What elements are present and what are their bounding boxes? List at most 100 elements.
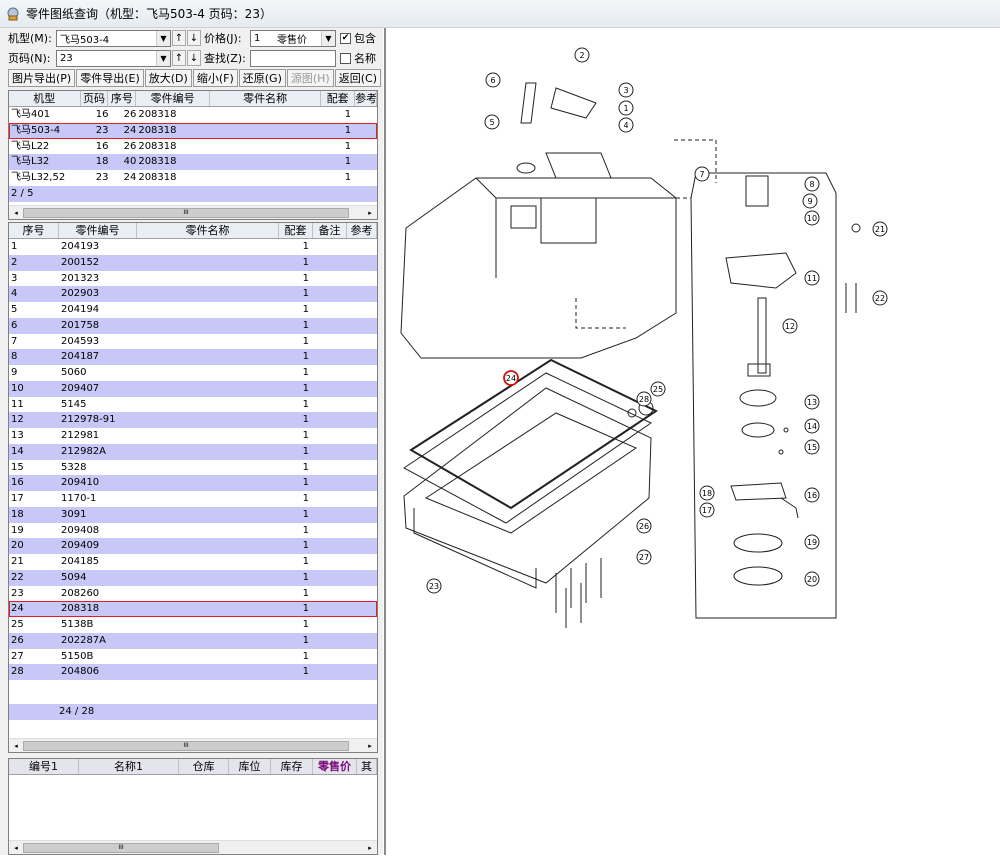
page-combo[interactable]: 23 ▼ <box>56 49 171 67</box>
model-row-item[interactable]: 飞马401 16 26 208318 1 <box>9 107 377 123</box>
scroll-right-icon[interactable]: ▸ <box>363 841 377 854</box>
callout-4[interactable]: 4 <box>618 117 634 133</box>
part-row-item[interactable]: 5 204194 1 <box>9 302 377 318</box>
zoom-out-button[interactable]: 缩小(F) <box>192 69 238 87</box>
scroll-right-icon[interactable]: ▸ <box>363 739 377 752</box>
model-up-button[interactable]: ↑ <box>172 30 186 46</box>
restore-button[interactable]: 还原(G) <box>238 69 286 87</box>
search-input[interactable] <box>250 49 336 67</box>
col-header[interactable]: 名称1 <box>79 759 179 774</box>
page-up-button[interactable]: ↑ <box>172 50 186 66</box>
part-row-item[interactable]: 18 3091 1 <box>9 506 377 523</box>
col-header[interactable]: 页码 <box>81 91 109 106</box>
col-header[interactable]: 零件名称 <box>137 223 279 238</box>
callout-27[interactable]: 27 <box>636 549 652 565</box>
part-row-item[interactable]: 17 1170-1 1 <box>9 491 377 507</box>
callout-3[interactable]: 3 <box>618 82 634 98</box>
part-row-item[interactable]: 25 5138B 1 <box>9 617 377 633</box>
part-row-item[interactable]: 7 204593 1 <box>9 333 377 350</box>
scroll-left-icon[interactable]: ◂ <box>9 739 23 752</box>
export-parts-button[interactable]: 零件导出(E) <box>76 69 144 87</box>
models-grid[interactable]: 机型 页码 序号 零件编号 零件名称 配套 参考 飞马401 16 26 208318… <box>8 90 378 220</box>
part-row-item[interactable]: 22 5094 1 <box>9 569 377 586</box>
scroll-left-icon[interactable]: ◂ <box>9 841 23 854</box>
part-row-item[interactable]: 13 212981 1 <box>9 428 377 444</box>
callout-21[interactable]: 21 <box>872 221 888 237</box>
col-header[interactable]: 机型 <box>9 91 81 106</box>
callout-23[interactable]: 23 <box>426 578 442 594</box>
part-row-item[interactable]: 6 201758 1 <box>9 317 377 334</box>
col-header[interactable]: 配套 <box>321 91 356 106</box>
callout-10[interactable]: 10 <box>804 210 820 226</box>
part-row-item[interactable]: 10 209407 1 <box>9 380 377 397</box>
part-row-item[interactable]: 16 209410 1 <box>9 475 377 491</box>
callout-18[interactable]: 18 <box>699 485 715 501</box>
model-combo[interactable]: 飞马503-4 ▼ <box>56 29 171 47</box>
zoom-in-button[interactable]: 放大(D) <box>144 69 192 87</box>
source-image-button[interactable]: 源图(H) <box>286 69 334 87</box>
exploded-parts-diagram[interactable]: 1234567891011121314151617181920212223242… <box>386 28 1000 855</box>
col-header[interactable]: 零件名称 <box>210 91 322 106</box>
col-header[interactable]: 备注 <box>313 223 347 238</box>
col-header[interactable]: 配套 <box>279 223 313 238</box>
callout-17[interactable]: 17 <box>699 502 715 518</box>
model-row-item[interactable]: 飞马503-4 23 24 208318 1 <box>9 122 377 139</box>
stock-grid[interactable]: 编号1 名称1 仓库 库位 库存 零售价 其 ◂ III ▸ <box>8 758 378 855</box>
col-header[interactable]: 零售价 <box>313 759 357 774</box>
col-header[interactable]: 其 <box>357 759 377 774</box>
col-header[interactable]: 参考 <box>355 91 377 106</box>
scroll-thumb[interactable]: III <box>23 843 219 853</box>
part-row-item[interactable]: 4 202903 1 <box>9 286 377 302</box>
part-row-item[interactable]: 9 5060 1 <box>9 365 377 381</box>
callout-22[interactable]: 22 <box>872 290 888 306</box>
export-image-button[interactable]: 图片导出(P) <box>8 69 76 87</box>
col-header[interactable]: 编号1 <box>9 759 79 774</box>
include-checkbox[interactable]: ✔ <box>340 32 351 44</box>
part-row-item[interactable]: 26 202287A 1 <box>9 632 377 649</box>
part-row-item[interactable]: 14 212982A 1 <box>9 443 377 460</box>
col-header[interactable]: 参考 <box>347 223 377 238</box>
callout-7[interactable]: 7 <box>694 166 710 182</box>
scroll-thumb[interactable]: III <box>23 741 349 751</box>
callout-12[interactable]: 12 <box>782 318 798 334</box>
parts-hscrollbar[interactable]: ◂ III ▸ <box>9 738 377 752</box>
model-row-item[interactable]: 飞马L22 16 26 208318 1 <box>9 138 377 155</box>
callout-6[interactable]: 6 <box>485 72 501 88</box>
col-header[interactable]: 零件编号 <box>59 223 137 238</box>
callout-1[interactable]: 1 <box>618 100 634 116</box>
callout-5[interactable]: 5 <box>484 114 500 130</box>
callout-14[interactable]: 14 <box>804 418 820 434</box>
callout-19[interactable]: 19 <box>804 534 820 550</box>
chevron-down-icon[interactable]: ▼ <box>156 30 170 46</box>
callout-9[interactable]: 9 <box>802 193 818 209</box>
part-row-item[interactable]: 1 204193 1 <box>9 239 377 255</box>
callout-2[interactable]: 2 <box>574 47 590 63</box>
part-row-item[interactable]: 20 209409 1 <box>9 538 377 554</box>
callout-26[interactable]: 26 <box>636 518 652 534</box>
col-header[interactable]: 序号 <box>9 223 59 238</box>
col-header[interactable]: 零件编号 <box>136 91 210 106</box>
part-row-item[interactable]: 11 5145 1 <box>9 396 377 413</box>
scroll-thumb[interactable]: III <box>23 208 349 218</box>
price-combo[interactable]: 1 零售价 ▼ <box>250 29 336 47</box>
chevron-down-icon[interactable]: ▼ <box>321 30 335 46</box>
col-header[interactable]: 仓库 <box>179 759 229 774</box>
page-down-button[interactable]: ↓ <box>187 50 201 66</box>
model-row-item[interactable]: 飞马L32 18 40 208318 1 <box>9 154 377 170</box>
parts-grid[interactable]: 序号 零件编号 零件名称 配套 备注 参考 1 204193 1 2 200152 1 3 2… <box>8 222 378 753</box>
callout-24[interactable]: 24 <box>503 370 519 386</box>
part-row-item[interactable]: 15 5328 1 <box>9 459 377 476</box>
part-row-item[interactable]: 24 208318 1 <box>9 601 377 617</box>
callout-13[interactable]: 13 <box>804 394 820 410</box>
part-row-item[interactable]: 12 212978-91 1 <box>9 412 377 428</box>
col-header[interactable]: 序号 <box>108 91 137 106</box>
model-row-item[interactable]: 飞马L32,52 23 24 208318 1 <box>9 170 377 186</box>
col-header[interactable]: 库位 <box>229 759 271 774</box>
part-row-item[interactable]: 21 204185 1 <box>9 554 377 570</box>
callout-25[interactable]: 25 <box>650 381 666 397</box>
part-row-item[interactable]: 8 204187 1 <box>9 349 377 365</box>
chevron-down-icon[interactable]: ▼ <box>156 50 170 66</box>
callout-11[interactable]: 11 <box>804 270 820 286</box>
scroll-left-icon[interactable]: ◂ <box>9 206 23 219</box>
col-header[interactable]: 库存 <box>271 759 313 774</box>
